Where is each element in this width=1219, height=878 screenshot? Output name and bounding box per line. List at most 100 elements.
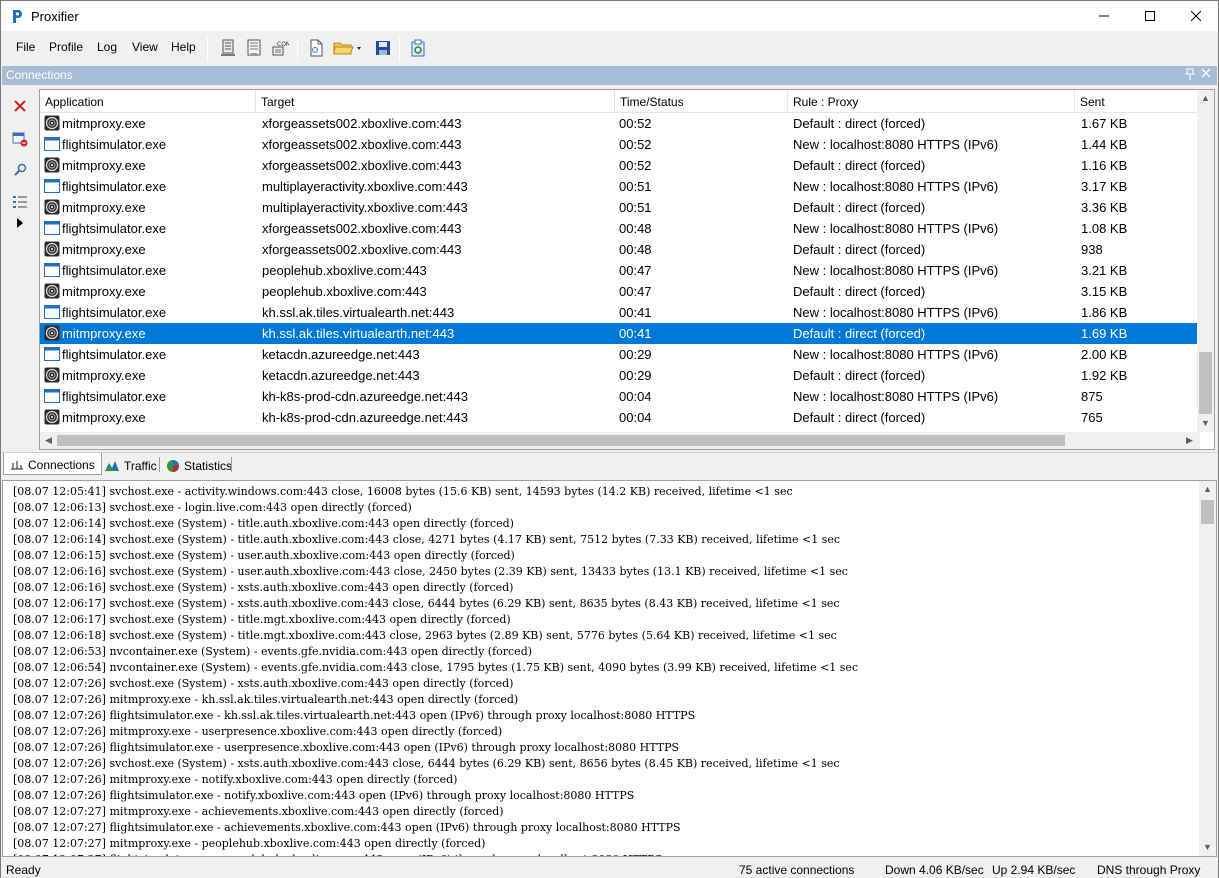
- cell-rule: Default : direct (forced): [793, 284, 926, 299]
- cell-app: mitmproxy.exe: [62, 368, 146, 383]
- scroll-up-icon[interactable]: ▲: [1203, 484, 1212, 494]
- table-row[interactable]: mitmproxy.exe multiplayeractivity.xboxliv…: [40, 197, 1198, 218]
- cell-rule: Default : direct (forced): [793, 116, 926, 131]
- bottom-tabs: Connections Traffic Statistics: [1, 452, 1218, 475]
- cell-app: mitmproxy.exe: [62, 158, 146, 173]
- table-row[interactable]: mitmproxy.exe xforgeassets002.xboxlive.co…: [40, 155, 1198, 176]
- column-time-status[interactable]: Time/Status: [615, 90, 788, 113]
- panel-title: Connections: [6, 68, 73, 82]
- cell-target: xforgeassets002.xboxlive.com:443: [262, 137, 462, 152]
- table-row[interactable]: flightsimulator.exe xforgeassets002.xboxl…: [40, 218, 1198, 239]
- log-line: [08.07 12:06:15] svchost.exe (System) - …: [13, 549, 515, 562]
- proxifier-window: Proxifier File Profile Log View Help COM…: [0, 0, 1219, 878]
- proxy-servers-button[interactable]: [217, 37, 239, 59]
- table-row[interactable]: flightsimulator.exe ketacdn.azureedge.net…: [40, 344, 1198, 365]
- column-rule-proxy[interactable]: Rule : Proxy: [788, 90, 1075, 113]
- cell-target: ketacdn.azureedge.net:443: [262, 347, 420, 362]
- list-view-button[interactable]: [11, 193, 29, 211]
- log-line: [08.07 12:06:17] svchost.exe (System) - …: [13, 597, 840, 610]
- table-row[interactable]: mitmproxy.exe ketacdn.azureedge.net:443 00…: [40, 365, 1198, 386]
- column-target[interactable]: Target: [256, 90, 615, 113]
- scrollbar-thumb[interactable]: [57, 435, 1065, 446]
- table-row[interactable]: flightsimulator.exe xforgeassets002.xboxl…: [40, 134, 1198, 155]
- pin-icon[interactable]: [1185, 68, 1195, 80]
- cell-app: mitmproxy.exe: [62, 326, 146, 341]
- scroll-down-icon[interactable]: ▼: [1203, 842, 1212, 852]
- table-horizontal-scrollbar[interactable]: ◀ ▶: [40, 432, 1200, 449]
- table-row[interactable]: mitmproxy.exe xforgeassets002.xboxlive.co…: [40, 239, 1198, 260]
- flightsimulator-app-icon: [44, 221, 60, 235]
- close-panel-icon[interactable]: [1201, 67, 1211, 79]
- cell-rule: Default : direct (forced): [793, 200, 926, 215]
- menu-help[interactable]: Help: [171, 40, 196, 54]
- maximize-button[interactable]: [1127, 1, 1173, 31]
- close-all-button[interactable]: [11, 130, 29, 148]
- menu-toolbar: File Profile Log View Help COM: [1, 31, 1218, 65]
- minimize-button[interactable]: [1081, 1, 1127, 31]
- log-vertical-scrollbar[interactable]: ▲ ▼: [1199, 481, 1216, 856]
- table-row[interactable]: mitmproxy.exe peoplehub.xboxlive.com:443 0…: [40, 281, 1198, 302]
- scroll-left-icon[interactable]: ◀: [45, 435, 52, 446]
- scroll-up-icon[interactable]: ▲: [1201, 93, 1210, 103]
- scroll-right-icon[interactable]: ▶: [1186, 435, 1193, 446]
- cell-time: 00:48: [619, 242, 652, 257]
- clipboard-button[interactable]: [407, 37, 429, 59]
- table-vertical-scrollbar[interactable]: ▲ ▼: [1197, 90, 1214, 432]
- tab-statistics[interactable]: Statistics: [160, 453, 238, 475]
- column-application[interactable]: Application: [40, 90, 256, 113]
- mitmproxy-app-icon: [44, 409, 60, 425]
- log-line: [08.07 12:06:54] nvcontainer.exe (System…: [13, 661, 859, 674]
- table-row[interactable]: mitmproxy.exe xforgeassets002.xboxlive.co…: [40, 113, 1198, 134]
- tab-traffic[interactable]: Traffic: [98, 453, 163, 475]
- expand-arrow-icon: [17, 218, 23, 228]
- log-panel[interactable]: [08.07 12:05:41] svchost.exe - activity.…: [2, 480, 1217, 857]
- table-row[interactable]: mitmproxy.exe kh.ssl.ak.tiles.virtualeart…: [40, 323, 1198, 344]
- mitmproxy-app-icon: [44, 367, 60, 383]
- name-resolution-button[interactable]: COM: [269, 37, 291, 59]
- close-connection-button[interactable]: [11, 97, 29, 115]
- cell-target: kh-k8s-prod-cdn.azureedge.net:443: [262, 410, 468, 425]
- menu-profile[interactable]: Profile: [49, 40, 83, 54]
- cell-rule: New : localhost:8080 HTTPS (IPv6): [793, 389, 999, 404]
- scroll-down-icon[interactable]: ▼: [1201, 418, 1210, 428]
- proxification-rules-button[interactable]: [243, 37, 265, 59]
- column-sent[interactable]: Sent: [1075, 90, 1200, 113]
- cell-sent: 938: [1081, 242, 1103, 257]
- cell-target: multiplayeractivity.xboxlive.com:443: [262, 200, 468, 215]
- status-upload-rate: Up 2.94 KB/sec: [992, 863, 1076, 877]
- table-row[interactable]: flightsimulator.exe peoplehub.xboxlive.co…: [40, 260, 1198, 281]
- menu-file[interactable]: File: [16, 40, 35, 54]
- table-row[interactable]: flightsimulator.exe multiplayeractivity.x…: [40, 176, 1198, 197]
- toolbar-separator: [399, 37, 400, 61]
- log-line: [08.07 12:06:13] svchost.exe - login.liv…: [13, 501, 412, 514]
- find-button[interactable]: [11, 161, 29, 179]
- cell-time: 00:04: [619, 389, 652, 404]
- cell-time: 00:47: [619, 263, 652, 278]
- scrollbar-thumb[interactable]: [1201, 500, 1214, 524]
- cell-app: flightsimulator.exe: [62, 389, 167, 404]
- menu-log[interactable]: Log: [97, 40, 117, 54]
- close-window-button[interactable]: [1173, 1, 1219, 31]
- table-row[interactable]: flightsimulator.exe kh.ssl.ak.tiles.virtu…: [40, 302, 1198, 323]
- open-profile-button[interactable]: [331, 37, 365, 59]
- cell-time: 00:04: [619, 410, 652, 425]
- save-profile-button[interactable]: [372, 37, 394, 59]
- mitmproxy-app-icon: [44, 283, 60, 299]
- cell-sent: 1.67 KB: [1081, 116, 1128, 131]
- scrollbar-thumb[interactable]: [1199, 352, 1212, 414]
- table-row[interactable]: flightsimulator.exe kh-k8s-prod-cdn.azure…: [40, 386, 1198, 407]
- expand-button[interactable]: [11, 214, 29, 232]
- new-profile-icon: [310, 39, 323, 57]
- cell-sent: 3.17 KB: [1081, 179, 1128, 194]
- title-bar: Proxifier: [1, 1, 1218, 31]
- cell-target: kh.ssl.ak.tiles.virtualearth.net:443: [262, 326, 455, 341]
- cell-app: mitmproxy.exe: [62, 200, 146, 215]
- log-line: [08.07 12:07:26] flightsimulator.exe - n…: [13, 789, 635, 802]
- menu-view[interactable]: View: [132, 40, 158, 54]
- new-profile-button[interactable]: [305, 37, 327, 59]
- proxifier-logo-icon: [13, 10, 22, 23]
- proxification-rules-icon: [247, 39, 261, 56]
- tab-connections[interactable]: Connections: [3, 453, 102, 475]
- cell-target: xforgeassets002.xboxlive.com:443: [262, 221, 462, 236]
- table-row[interactable]: mitmproxy.exe kh-k8s-prod-cdn.azureedge.n…: [40, 407, 1198, 428]
